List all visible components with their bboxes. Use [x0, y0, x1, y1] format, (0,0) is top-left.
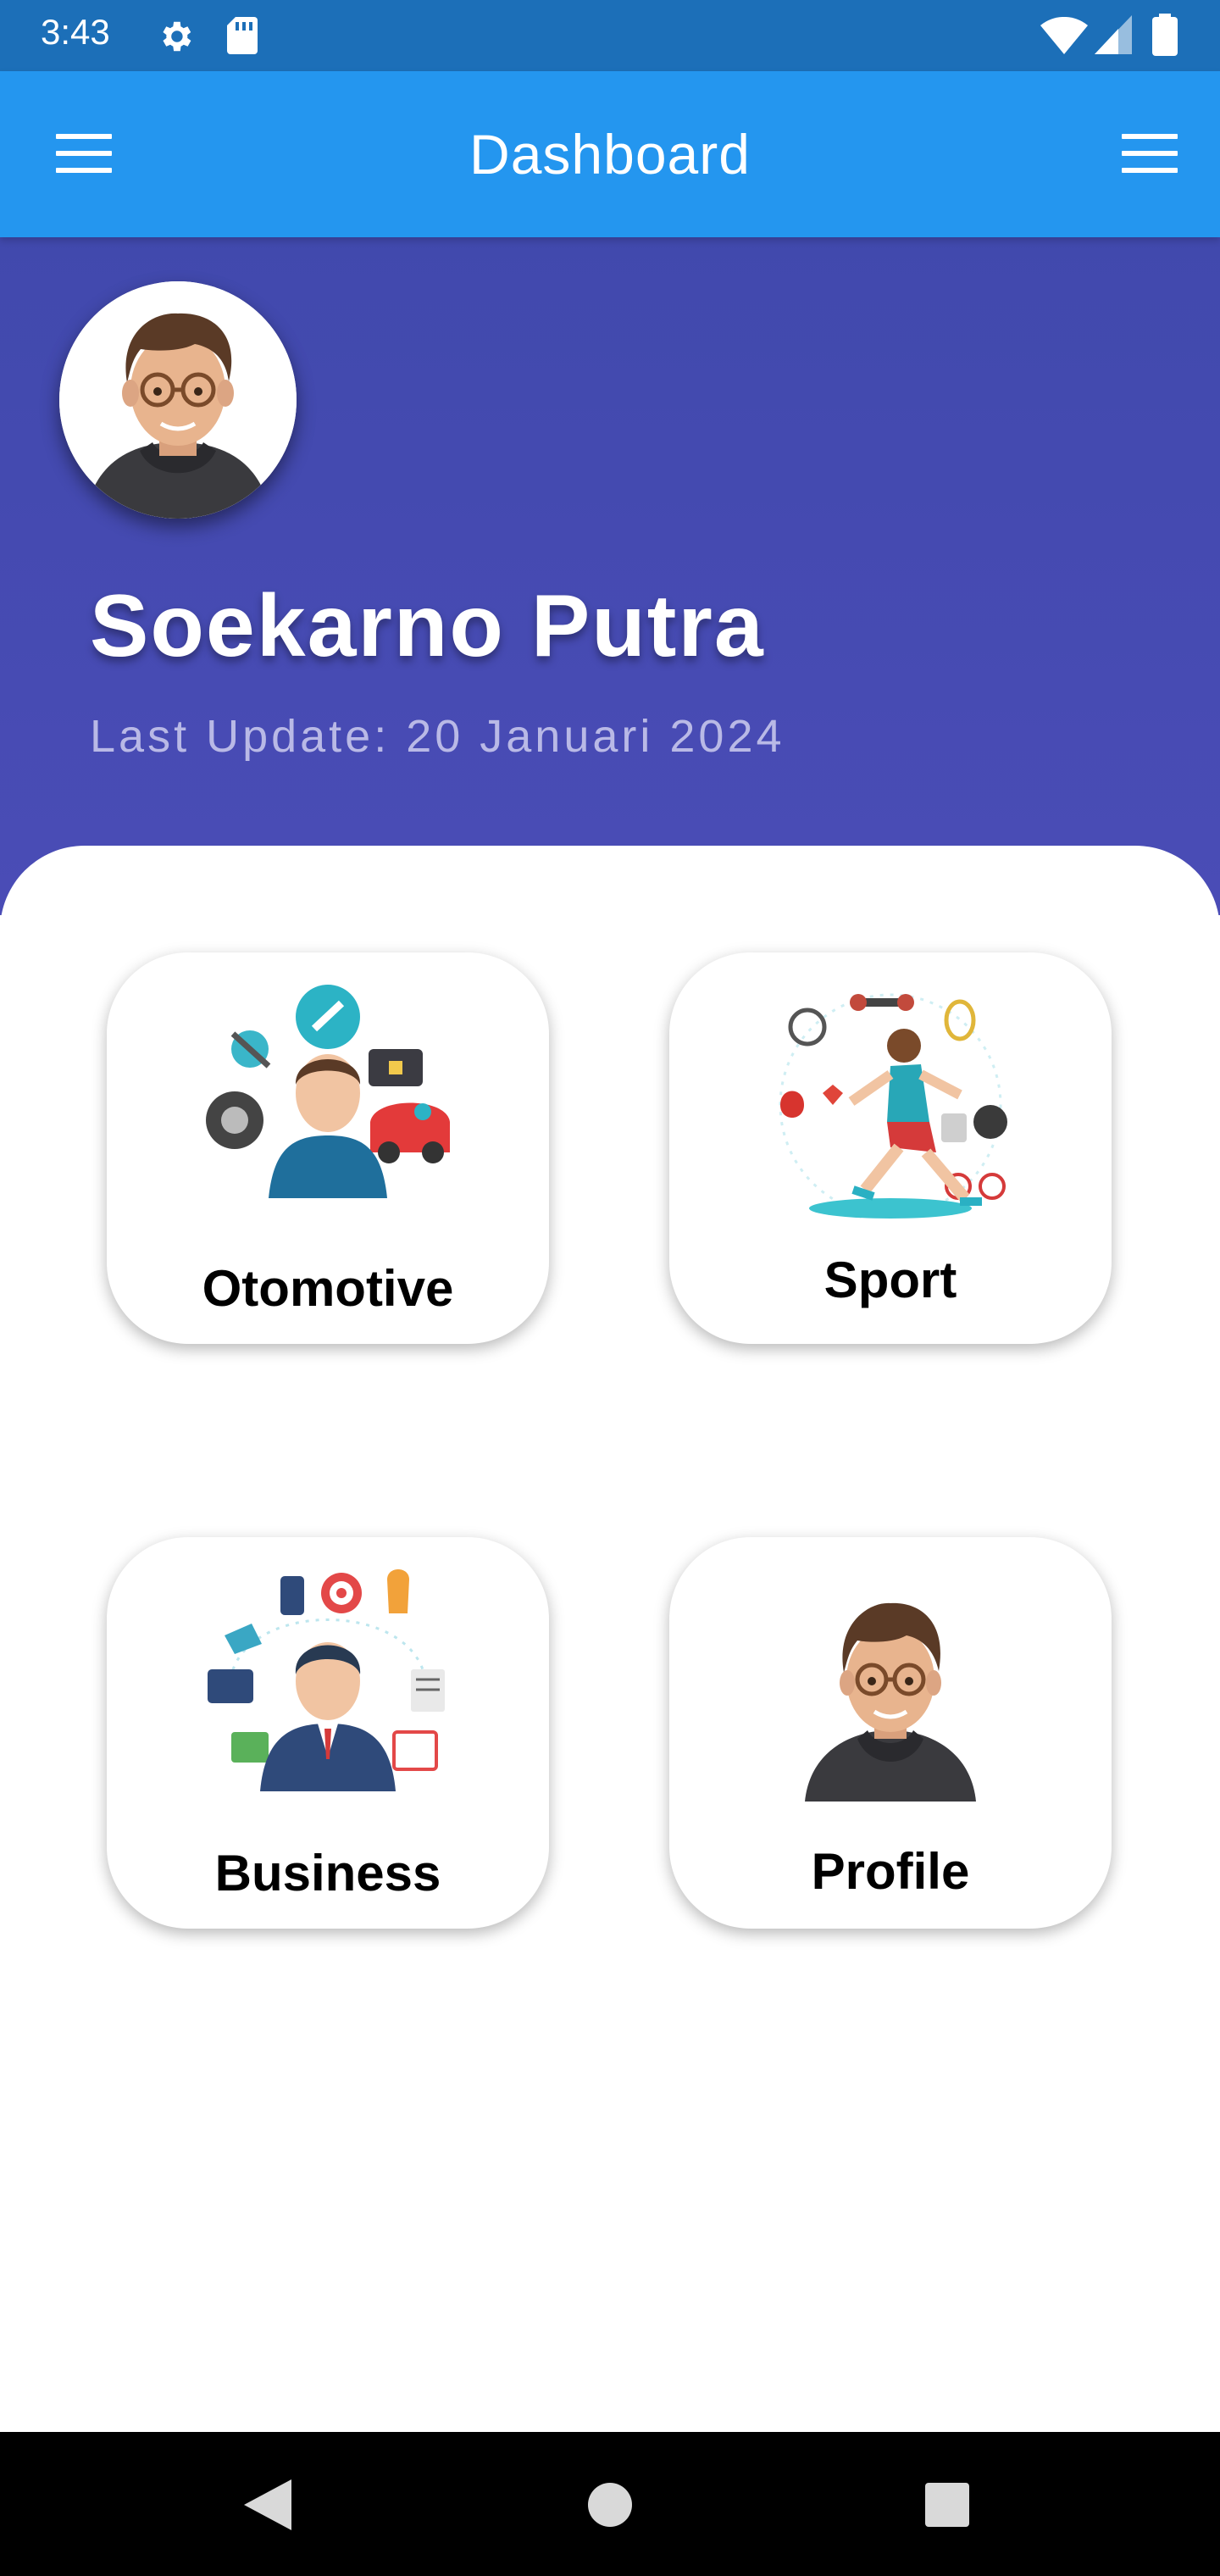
last-update-text: Last Update: 20 Januari 2024 [90, 711, 785, 762]
sport-card[interactable]: Sport [669, 952, 1112, 1344]
business-card[interactable]: Business [107, 1537, 549, 1929]
menu-sheet: Otomotive Sport Business Profile [0, 846, 1220, 2432]
page-title: Dashboard [469, 123, 751, 186]
business-illustration [201, 1563, 455, 1791]
battery-icon [1152, 14, 1178, 60]
card-label: Business [214, 1845, 441, 1901]
profile-header: Soekarno Putra Last Update: 20 Januari 2… [0, 237, 1220, 915]
card-label: Profile [811, 1843, 970, 1900]
overflow-menu-icon[interactable] [1122, 134, 1178, 175]
signal-icon [1095, 15, 1132, 58]
status-time: 3:43 [41, 12, 110, 52]
back-icon[interactable] [244, 2479, 291, 2534]
profile-card[interactable]: Profile [669, 1537, 1112, 1929]
card-label: Otomotive [202, 1260, 454, 1317]
user-name: Soekarno Putra [90, 577, 765, 675]
gear-icon [156, 17, 195, 60]
wifi-icon [1040, 16, 1088, 58]
otomotive-card[interactable]: Otomotive [107, 952, 549, 1344]
automotive-illustration [201, 978, 455, 1198]
sd-card-icon [225, 15, 259, 60]
profile-avatar-illustration [801, 1581, 979, 1802]
sport-illustration [763, 986, 1018, 1224]
system-nav-bar [0, 2432, 1220, 2576]
recents-icon[interactable] [925, 2483, 969, 2531]
avatar[interactable] [59, 281, 297, 519]
status-bar: 3:43 [0, 0, 1220, 71]
card-label: Sport [824, 1252, 957, 1308]
home-icon[interactable] [588, 2483, 632, 2531]
app-bar: Dashboard [0, 71, 1220, 237]
